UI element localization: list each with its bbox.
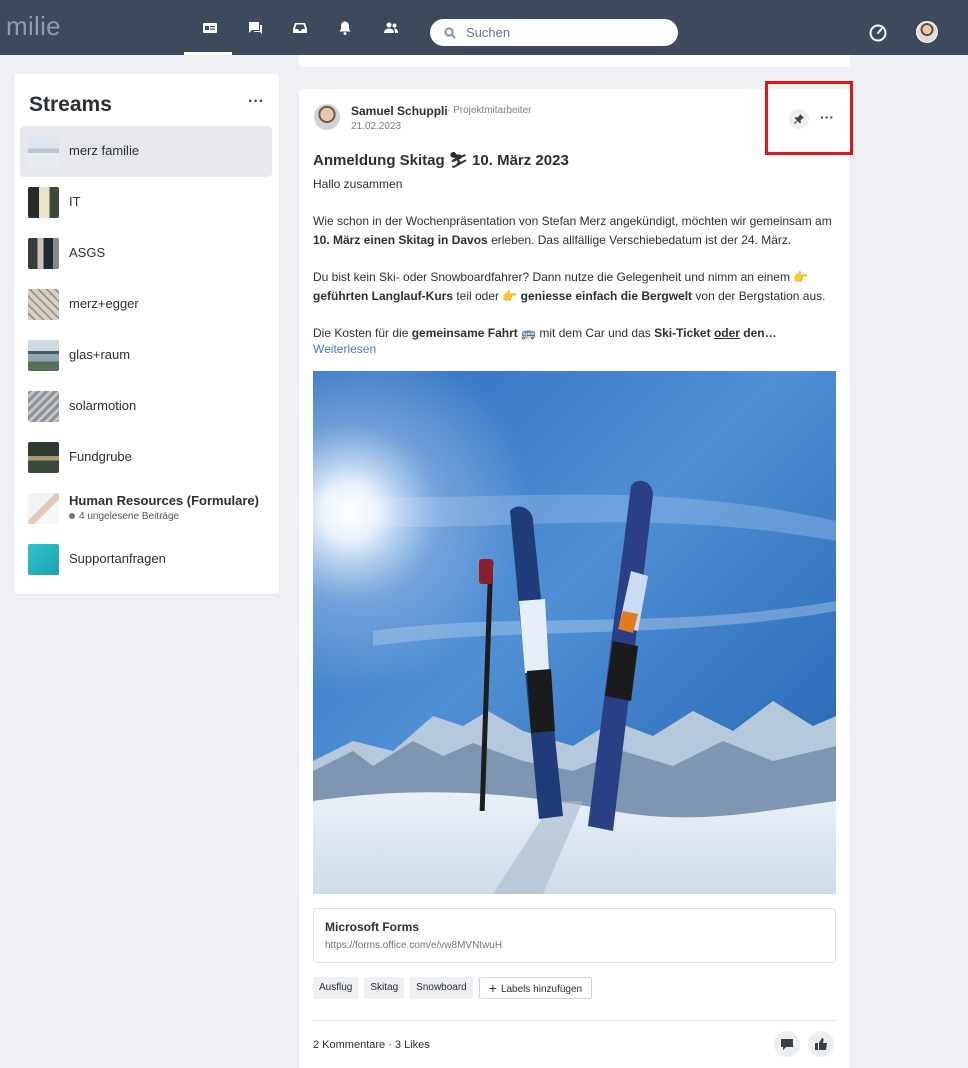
post-paragraph-2: Du bist kein Ski- oder Snowboardfahrer? …	[313, 268, 841, 306]
post-date: 21.02.2023	[351, 121, 402, 132]
add-label-text: Labels hinzufügen	[500, 984, 583, 995]
stream-label: Supportanfragen	[69, 551, 166, 566]
stream-label: Human Resources (Formulare)	[69, 493, 259, 508]
comments-likes-count[interactable]: 2 Kommentare · 3 Likes	[313, 1039, 430, 1051]
comment-icon	[781, 1039, 793, 1050]
add-label-button[interactable]: + Labels hinzufügen	[478, 977, 593, 999]
stream-thumbnail	[28, 238, 59, 269]
link-title: Microsoft Forms	[325, 920, 420, 934]
chat-icon[interactable]	[243, 16, 267, 40]
bold-text: geniesse einfach die Bergwelt	[520, 289, 693, 303]
unread-count: 4 ungelesene Beiträge	[69, 511, 179, 522]
tag-snowboard[interactable]: Snowboard	[410, 977, 473, 999]
stream-item-it[interactable]: IT	[20, 177, 272, 228]
stream-thumbnail	[28, 187, 59, 218]
post-paragraph-3: Die Kosten für die gemeinsame Fahrt 🚌 mi…	[313, 324, 841, 343]
post-paragraph-1: Wie schon in der Wochenpräsentation von …	[313, 212, 841, 250]
divider	[313, 1020, 836, 1021]
stream-item-merz-familie[interactable]: merz familie	[20, 126, 272, 177]
stream-item-glas-raum[interactable]: glas+raum	[20, 330, 272, 381]
stream-thumbnail	[28, 391, 59, 422]
stream-label: ASGS	[69, 245, 106, 260]
post-card: Samuel Schuppli · Projektmitarbeiter 21.…	[299, 89, 850, 1068]
text: Du bist kein Ski- oder Snowboardfahrer? …	[313, 270, 794, 284]
stream-thumbnail	[28, 289, 59, 320]
streams-sidebar: Streams ··· merz familie IT ASGS merz+eg…	[14, 74, 279, 594]
plus-icon: +	[488, 980, 497, 996]
author-avatar[interactable]	[314, 104, 340, 130]
bold-text: geführten Langlauf-Kurs	[313, 289, 453, 303]
tag-skitag[interactable]: Skitag	[364, 977, 405, 999]
pointing-emoji: 👉	[502, 289, 518, 303]
underlined-text: oder	[713, 326, 740, 340]
read-more-link[interactable]: Weiterlesen	[313, 342, 376, 356]
comment-button[interactable]	[774, 1031, 800, 1057]
post-title: Anmeldung Skitag ⛷ 10. März 2023	[313, 151, 569, 169]
stream-thumbnail	[28, 544, 59, 575]
post-title-post: 10. März 2023	[467, 152, 569, 169]
stream-item-asgs[interactable]: ASGS	[20, 228, 272, 279]
link-url: https://forms.office.com/e/vw8MVNtwuH	[325, 940, 503, 951]
search-box[interactable]	[430, 19, 678, 46]
bold-text: Ski-Ticket	[654, 326, 711, 340]
feed-icon[interactable]	[198, 16, 222, 40]
stream-label: IT	[69, 194, 81, 209]
stream-thumbnail	[28, 340, 59, 371]
skier-emoji: ⛷	[448, 152, 468, 169]
stream-item-merz-egger[interactable]: merz+egger	[20, 279, 272, 330]
tag-ausflug[interactable]: Ausflug	[313, 977, 359, 999]
bus-emoji: 🚌	[521, 326, 537, 340]
stream-thumbnail	[28, 136, 59, 167]
search-icon	[444, 26, 456, 39]
author-role: · Projektmitarbeiter	[447, 105, 532, 116]
author-name[interactable]: Samuel Schuppli	[351, 104, 448, 118]
previous-post-card-edge	[299, 55, 850, 67]
dashboard-gauge-icon[interactable]	[868, 23, 888, 43]
streams-title: Streams	[29, 93, 112, 116]
tag-list: Ausflug Skitag Snowboard + Labels hinzufü…	[313, 977, 593, 999]
brand-logo-text[interactable]: milie	[6, 11, 61, 42]
user-avatar[interactable]	[916, 21, 938, 43]
bold-text: den…	[739, 326, 777, 340]
stream-label: solarmotion	[69, 398, 137, 413]
text: Wie schon in der Wochenpräsentation von …	[313, 214, 832, 228]
search-input[interactable]	[466, 25, 666, 40]
bold-text: 10. März einen Skitag in Davos	[313, 233, 488, 247]
top-navigation-bar: milie	[0, 0, 968, 55]
highlight-annotation-box	[765, 81, 853, 155]
post-body: Hallo zusammen Wie schon in der Wochenpr…	[313, 175, 841, 361]
stream-item-human-resources[interactable]: Human Resources (Formulare) 4 ungelesene…	[20, 483, 272, 534]
stream-item-fundgrube[interactable]: Fundgrube	[20, 432, 272, 483]
stream-item-supportanfragen[interactable]: Supportanfragen	[20, 534, 272, 585]
stream-thumbnail	[28, 493, 59, 524]
stream-item-solarmotion[interactable]: solarmotion	[20, 381, 272, 432]
link-preview-card[interactable]: Microsoft Forms https://forms.office.com…	[313, 908, 836, 963]
stream-label: glas+raum	[69, 347, 131, 362]
post-image[interactable]	[313, 371, 836, 894]
stream-label: merz familie	[69, 143, 140, 158]
unread-count-label: 4 ungelesene Beiträge	[79, 511, 180, 522]
bold-text: gemeinsame Fahrt	[411, 326, 518, 340]
pointing-emoji: 👉	[793, 270, 809, 284]
post-title-pre: Anmeldung Skitag	[313, 152, 449, 169]
unread-dot	[69, 513, 75, 520]
stream-label: merz+egger	[69, 296, 139, 311]
text: teil oder	[453, 289, 503, 303]
text: erleben. Das allfällige Verschiebedatum …	[487, 233, 792, 247]
text: von der Bergstation aus.	[692, 289, 826, 303]
people-icon[interactable]	[379, 16, 403, 40]
inbox-icon[interactable]	[288, 16, 312, 40]
post-greeting: Hallo zusammen	[313, 177, 403, 191]
thumbs-up-icon	[815, 1038, 827, 1050]
nav-active-indicator	[184, 52, 232, 55]
text: mit dem Car und das	[536, 326, 655, 340]
bell-icon[interactable]	[333, 16, 357, 40]
stream-label: Fundgrube	[69, 449, 132, 464]
like-button[interactable]	[808, 1031, 834, 1057]
streams-more-button[interactable]: ···	[248, 93, 264, 111]
text: Die Kosten für die	[313, 326, 412, 340]
stream-thumbnail	[28, 442, 59, 473]
